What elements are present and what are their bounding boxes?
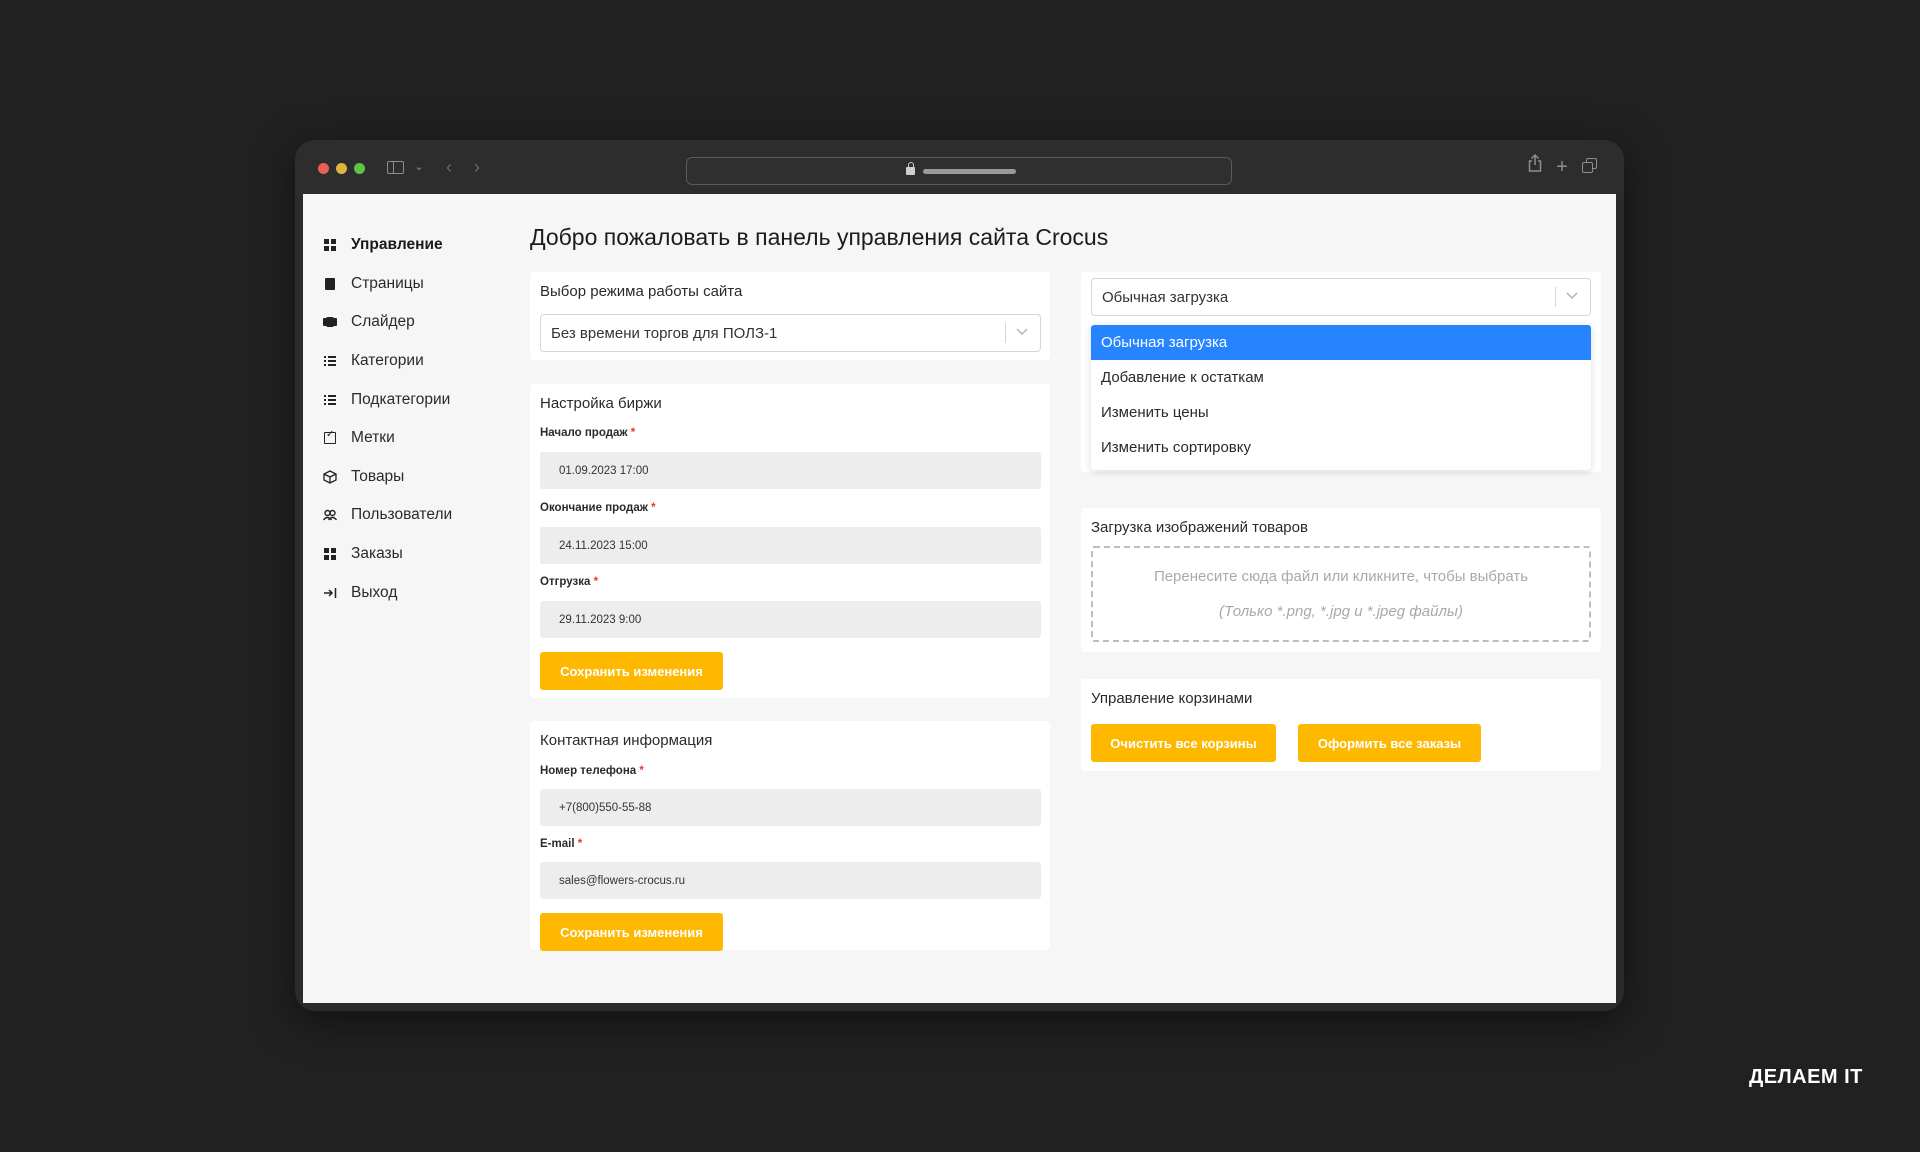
sidebar-item-label: Пользователи <box>351 506 453 524</box>
required-mark: * <box>651 502 656 514</box>
sidebar-item-slider[interactable]: Слайдер <box>323 303 523 342</box>
plus-icon[interactable]: + <box>1553 154 1571 180</box>
sidebar-item-label: Товары <box>351 467 405 485</box>
maximize-window-button[interactable] <box>354 163 365 174</box>
phone-field[interactable] <box>540 789 1041 826</box>
sidebar-item-logout[interactable]: Выход <box>323 573 523 612</box>
chevron-down-icon[interactable] <box>1564 286 1580 306</box>
carts-management-card: Управление корзинами Очистить все корзин… <box>1081 679 1601 771</box>
site-mode-card: Выбор режима работы сайта Без времени то… <box>530 272 1050 360</box>
dropdown-option[interactable]: Обычная загрузка <box>1091 325 1591 360</box>
pages-icon <box>322 277 337 292</box>
required-mark: * <box>639 765 644 777</box>
dropdown-option[interactable]: Добавление к остаткам <box>1091 360 1591 395</box>
select-separator <box>1555 287 1556 307</box>
email-field[interactable] <box>540 862 1041 899</box>
upload-mode-dropdown: Обычная загрузка Добавление к остаткам И… <box>1091 325 1591 470</box>
orders-icon <box>323 547 337 561</box>
browser-window: ⌄ ‹ › + Управление Страницы Слайдер Кате… <box>295 140 1624 1011</box>
page-title: Добро пожаловать в панель управления сай… <box>530 224 1109 250</box>
exchange-settings-card: Настройка биржи Начало продаж * Окончани… <box>530 384 1050 698</box>
slider-icon <box>323 315 337 329</box>
image-upload-card: Загрузка изображений товаров Перенесите … <box>1081 508 1601 652</box>
box-icon <box>323 470 337 484</box>
sales-end-field[interactable] <box>540 527 1041 564</box>
clear-carts-button[interactable]: Очистить все корзины <box>1091 724 1276 762</box>
sidebar-item-products[interactable]: Товары <box>323 458 523 497</box>
chevron-down-icon[interactable] <box>1014 322 1030 342</box>
save-contact-button[interactable]: Сохранить изменения <box>540 913 723 951</box>
contact-info-card: Контактная информация Номер телефона * E… <box>530 721 1050 951</box>
dropzone-hint: (Только *.png, *.jpg и *.jpeg файлы) <box>1219 603 1463 620</box>
dropdown-option[interactable]: Изменить сортировку <box>1091 430 1591 465</box>
sidebar-nav: Управление Страницы Слайдер Категории По… <box>322 226 523 612</box>
select-separator <box>1005 323 1006 343</box>
card-title: Настройка биржи <box>540 395 662 412</box>
share-icon[interactable] <box>1526 153 1544 180</box>
sidebar-item-label: Заказы <box>351 545 403 563</box>
image-dropzone[interactable]: Перенесите сюда файл или кликните, чтобы… <box>1091 546 1591 642</box>
forward-icon[interactable]: › <box>468 154 486 180</box>
shipment-field[interactable] <box>540 601 1041 638</box>
back-icon[interactable]: ‹ <box>440 154 458 180</box>
sidebar-item-categories[interactable]: Категории <box>323 342 523 381</box>
address-bar[interactable] <box>686 157 1232 185</box>
dropdown-option[interactable]: Изменить цены <box>1091 395 1591 430</box>
page-content: Управление Страницы Слайдер Категории По… <box>303 194 1616 1003</box>
sidebar-item-label: Выход <box>351 583 398 601</box>
logout-icon <box>323 586 337 600</box>
sales-start-field[interactable] <box>540 452 1041 489</box>
required-mark: * <box>630 427 636 439</box>
dashboard-icon <box>323 238 337 252</box>
tag-icon <box>323 429 337 445</box>
browser-titlebar: ⌄ ‹ › + <box>295 140 1624 194</box>
sidebar-item-label: Категории <box>351 352 424 370</box>
select-value: Обычная загрузка <box>1102 289 1229 306</box>
checkout-all-button[interactable]: Оформить все заказы <box>1298 724 1481 762</box>
sidebar-toggle-icon[interactable] <box>384 154 406 180</box>
sidebar-item-label: Страницы <box>351 274 424 292</box>
sidebar-item-label: Подкатегории <box>351 390 451 408</box>
shipment-label: Отгрузка * <box>540 576 599 588</box>
sidebar-item-users[interactable]: Пользователи <box>323 496 523 535</box>
select-value: Без времени торгов для ПОЛЗ-1 <box>551 325 778 342</box>
sidebar-item-label: Метки <box>351 429 395 447</box>
required-mark: * <box>593 576 599 588</box>
dropzone-text: Перенесите сюда файл или кликните, чтобы… <box>1153 568 1529 585</box>
url-redacted <box>923 169 1016 174</box>
tabs-icon[interactable] <box>1579 154 1599 180</box>
sidebar-item-label: Слайдер <box>351 313 415 331</box>
sidebar-item-tags[interactable]: Метки <box>323 419 523 458</box>
card-title: Контактная информация <box>540 732 713 749</box>
card-title: Загрузка изображений товаров <box>1091 519 1308 536</box>
users-icon <box>323 508 337 522</box>
sidebar-item-subcategories[interactable]: Подкатегории <box>323 380 523 419</box>
sales-start-label: Начало продаж * <box>540 427 636 439</box>
card-title: Управление корзинами <box>1091 690 1253 707</box>
lock-icon <box>906 162 915 175</box>
sidebar-item-pages[interactable]: Страницы <box>322 265 523 304</box>
sidebar-item-management[interactable]: Управление <box>323 226 523 265</box>
close-window-button[interactable] <box>318 163 329 174</box>
sales-end-label: Окончание продаж * <box>540 502 656 514</box>
upload-mode-select[interactable]: Обычная загрузка <box>1091 278 1591 316</box>
sidebar-item-label: Управление <box>351 236 443 254</box>
chevron-down-icon[interactable]: ⌄ <box>412 154 426 180</box>
save-exchange-button[interactable]: Сохранить изменения <box>540 652 723 690</box>
required-mark: * <box>577 838 583 850</box>
site-mode-select[interactable]: Без времени торгов для ПОЛЗ-1 <box>540 314 1041 352</box>
brand-logo: ДЕЛАЕМ IT <box>1749 1066 1863 1088</box>
phone-label: Номер телефона * <box>540 765 644 777</box>
sidebar-item-orders[interactable]: Заказы <box>323 535 523 574</box>
card-title: Выбор режима работы сайта <box>540 283 743 300</box>
list-icon <box>323 354 337 368</box>
minimize-window-button[interactable] <box>336 163 347 174</box>
list-icon <box>323 393 337 407</box>
email-label: E-mail * <box>540 838 583 850</box>
